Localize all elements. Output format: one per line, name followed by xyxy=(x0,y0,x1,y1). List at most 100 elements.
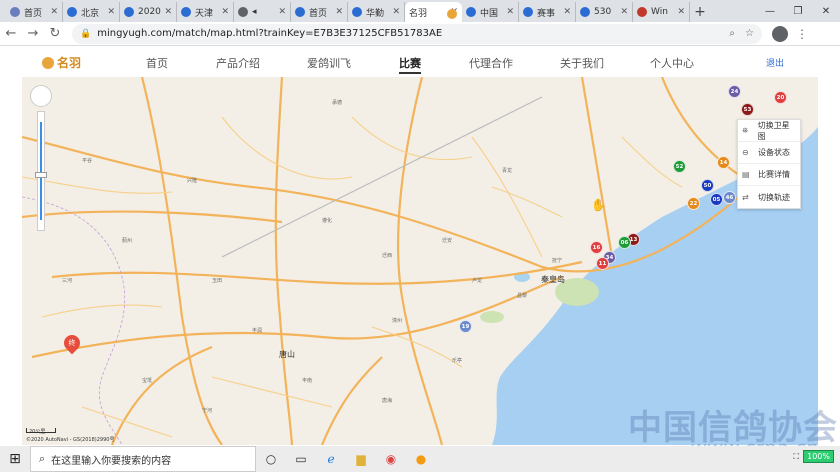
browser-tab[interactable]: 中国 ✕ xyxy=(462,2,519,22)
pigeon-marker[interactable]: 19 xyxy=(459,320,472,333)
close-tab-icon[interactable]: ✕ xyxy=(392,7,400,17)
window-controls: — ❐ ✕ xyxy=(756,0,840,22)
pigeon-marker[interactable]: 53 xyxy=(741,103,754,116)
swap-icon: ⇄ xyxy=(742,192,749,202)
place-label: 三河 xyxy=(62,278,73,284)
browser-tab[interactable]: ◂ ✕ xyxy=(234,2,291,22)
pigeon-marker[interactable]: 11 xyxy=(596,257,609,270)
site-logo[interactable]: 名羽 xyxy=(42,54,81,71)
address-bar[interactable]: 🔒 mingyugh.com/match/map.html?trainKey=E… xyxy=(72,23,762,44)
pigeon-marker[interactable]: 06 xyxy=(618,236,631,249)
logout-link[interactable]: 退出 xyxy=(766,56,784,69)
close-tab-icon[interactable]: ✕ xyxy=(677,7,685,17)
edge-icon[interactable]: ℯ xyxy=(316,446,346,472)
switch-track-button[interactable]: ⇄ 切换轨迹 xyxy=(738,186,800,208)
back-button[interactable]: ← xyxy=(0,23,22,45)
browser-tab[interactable]: 天津 ✕ xyxy=(177,2,234,22)
bookmark-star-icon[interactable]: ☆ xyxy=(745,28,754,39)
close-tab-icon[interactable]: ✕ xyxy=(50,7,58,17)
tab-favicon-icon xyxy=(181,7,191,17)
pigeon-marker[interactable]: 22 xyxy=(687,197,700,210)
multitask-icon[interactable]: ▭ xyxy=(286,446,316,472)
place-label: 迁西 xyxy=(382,253,393,259)
browser-tab[interactable]: Win ✕ xyxy=(633,2,690,22)
minimize-button[interactable]: — xyxy=(756,0,784,22)
browser-tab[interactable]: 北京 ✕ xyxy=(63,2,120,22)
nav-home[interactable]: 首页 xyxy=(146,55,168,71)
browser-tab[interactable]: 首页 ✕ xyxy=(291,2,348,22)
app-icon[interactable]: ● xyxy=(406,446,436,472)
tab-title: 中国 xyxy=(480,8,499,19)
place-label: 平谷 xyxy=(82,158,93,164)
tab-title: 首页 xyxy=(309,8,328,19)
tab-favicon-icon xyxy=(466,7,476,17)
switch-satellite-button[interactable]: ⛯ 切换卫星图 xyxy=(738,120,800,142)
nav-match[interactable]: 比赛 xyxy=(399,55,421,74)
pigeon-marker[interactable]: 14 xyxy=(717,156,730,169)
match-details-button[interactable]: ▤ 比赛详情 xyxy=(738,164,800,186)
zoom-icon[interactable]: ⌕ xyxy=(729,28,735,39)
taskbar-search-box[interactable]: ⌕ 在这里输入你要搜索的内容 xyxy=(30,446,256,472)
file-explorer-icon[interactable]: ▆ xyxy=(346,446,376,472)
tab-title: 华勤 xyxy=(366,8,385,19)
zoom-slider-handle[interactable] xyxy=(35,172,47,178)
pigeon-marker[interactable]: 52 xyxy=(673,160,686,173)
toggle-icon: ⊖ xyxy=(742,148,749,157)
place-label: 抚宁 xyxy=(552,258,563,264)
close-tab-icon[interactable]: ✕ xyxy=(107,7,115,17)
tab-title: 首页 xyxy=(24,8,43,19)
nav-agency[interactable]: 代理合作 xyxy=(469,55,513,71)
race-map[interactable]: 承德 兴隆 遵化 迁西 迁安 青龙 卢龙 昌黎 抚宁 丰润 玉田 蓟州 三河 平… xyxy=(22,77,818,445)
pigeon-marker[interactable]: 46 xyxy=(723,191,736,204)
tab-favicon-icon xyxy=(352,7,362,17)
battery-indicator[interactable]: 100% xyxy=(803,450,834,463)
nav-products[interactable]: 产品介绍 xyxy=(216,55,260,71)
browser-tab[interactable]: 赛事 ✕ xyxy=(519,2,576,22)
pan-control[interactable] xyxy=(30,85,52,107)
zoom-slider[interactable] xyxy=(35,111,47,231)
task-view-icon[interactable]: ○ xyxy=(256,446,286,472)
pigeon-marker[interactable]: 20 xyxy=(774,91,787,104)
close-tab-icon[interactable]: ✕ xyxy=(335,7,343,17)
tab-title: Win xyxy=(651,7,668,17)
zoom-control[interactable] xyxy=(30,85,52,231)
reload-button[interactable]: ↻ xyxy=(44,23,66,45)
tab-favicon-icon xyxy=(10,7,20,17)
pigeon-marker[interactable]: 24 xyxy=(728,85,741,98)
new-tab-button[interactable]: + xyxy=(690,2,710,22)
pigeon-marker[interactable]: 05 xyxy=(710,193,723,206)
network-icon[interactable]: ⛶ xyxy=(794,452,800,462)
browser-tab[interactable]: 名羽✕ xyxy=(405,2,462,22)
end-point-pin[interactable]: 终 xyxy=(60,331,84,355)
close-tab-icon[interactable]: ✕ xyxy=(563,7,571,17)
pigeon-marker[interactable]: 50 xyxy=(701,179,714,192)
close-tab-icon[interactable]: ✕ xyxy=(278,7,286,17)
nav-about[interactable]: 关于我们 xyxy=(560,55,604,71)
browser-tab[interactable]: 530 ✕ xyxy=(576,2,633,22)
place-label: 唐海 xyxy=(382,398,393,404)
tab-title: 名羽 xyxy=(409,8,428,19)
nav-profile[interactable]: 个人中心 xyxy=(650,55,694,71)
zoom-slider-fill xyxy=(40,122,42,220)
forward-button[interactable]: → xyxy=(22,23,44,45)
place-label: 宁河 xyxy=(202,408,213,414)
map-base-layer xyxy=(22,77,818,445)
place-label: 丰南 xyxy=(302,378,313,384)
pigeon-marker[interactable]: 16 xyxy=(590,241,603,254)
close-tab-icon[interactable]: ✕ xyxy=(620,7,628,17)
chrome-icon[interactable]: ◉ xyxy=(376,446,406,472)
close-window-button[interactable]: ✕ xyxy=(812,0,840,22)
close-tab-icon[interactable]: ✕ xyxy=(221,7,229,17)
maximize-button[interactable]: ❐ xyxy=(784,0,812,22)
close-tab-icon[interactable]: ✕ xyxy=(506,7,514,17)
start-button[interactable]: ⊞ xyxy=(0,446,30,472)
nav-training[interactable]: 爱鸽训飞 xyxy=(307,55,351,71)
browser-tab[interactable]: 2020 ✕ xyxy=(120,2,177,22)
device-status-button[interactable]: ⊖ 设备状态 xyxy=(738,142,800,164)
browser-tab[interactable]: 华勤 ✕ xyxy=(348,2,405,22)
close-tab-icon[interactable]: ✕ xyxy=(164,7,172,17)
tab-title: 530 xyxy=(594,7,612,17)
browser-tab[interactable]: 首页 ✕ xyxy=(6,2,63,22)
browser-menu-icon[interactable]: ⋮ xyxy=(796,27,808,41)
profile-avatar[interactable] xyxy=(772,25,788,42)
